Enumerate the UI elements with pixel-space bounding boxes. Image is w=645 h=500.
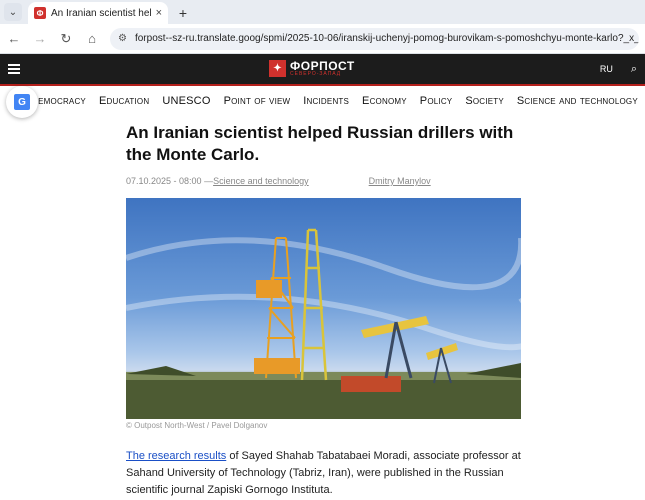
article-lead-paragraph: The research results of Sayed Shahab Tab… xyxy=(126,448,521,499)
home-icon[interactable]: ⌂ xyxy=(84,31,100,46)
oil-rig-illustration xyxy=(126,228,521,419)
site-favicon-icon: Ф xyxy=(34,7,46,19)
nav-item-incidents[interactable]: Incidents xyxy=(303,95,349,107)
search-icon[interactable]: ⌕ xyxy=(631,63,637,76)
article-photo xyxy=(126,198,521,419)
article-headline: An Iranian scientist helped Russian dril… xyxy=(126,123,514,164)
tab-title: An Iranian scientist helped Russ xyxy=(51,7,151,19)
photo-caption: © Outpost North-West / Pavel Dolganov xyxy=(126,421,268,430)
research-results-link[interactable]: The research results xyxy=(126,450,226,462)
nav-item-society[interactable]: Society xyxy=(465,95,504,107)
url-text: forpost--sz-ru.translate.goog/spmi/2025-… xyxy=(134,33,639,44)
nav-item-point-of-view[interactable]: Point of view xyxy=(224,95,291,107)
nav-item-education[interactable]: Education xyxy=(99,95,149,107)
article-date: 07.10.2025 - 08:00 — xyxy=(126,176,214,186)
article-category-link[interactable]: Science and technology xyxy=(213,176,309,186)
translate-icon: G xyxy=(14,94,30,110)
forward-icon[interactable]: → xyxy=(32,31,48,46)
address-bar: ← → ↻ ⌂ ⚙ forpost--sz-ru.translate.goog/… xyxy=(0,24,645,54)
language-switch[interactable]: RU xyxy=(600,64,613,74)
nav-item-economy[interactable]: Economy xyxy=(362,95,407,107)
nav-item-unesco[interactable]: UNESCO xyxy=(162,95,210,107)
url-input[interactable]: ⚙ forpost--sz-ru.translate.goog/spmi/202… xyxy=(110,27,639,50)
article-meta: 07.10.2025 - 08:00 — Science and technol… xyxy=(126,176,521,186)
tab-search-button[interactable]: ⌄ xyxy=(4,3,22,21)
close-tab-icon[interactable]: × xyxy=(156,7,162,19)
section-nav: Democracy Education UNESCO Point of view… xyxy=(0,86,645,116)
tab-strip: ⌄ Ф An Iranian scientist helped Russ × + xyxy=(0,0,645,24)
site-header: ✦ ФОРПОСТ СЕВЕРО-ЗАПАД RU ⌕ xyxy=(0,54,645,86)
menu-icon[interactable] xyxy=(8,64,20,74)
back-icon[interactable]: ← xyxy=(6,31,22,46)
site-logo[interactable]: ✦ ФОРПОСТ СЕВЕРО-ЗАПАД xyxy=(269,60,355,77)
article-author-link[interactable]: Dmitry Manylov xyxy=(369,176,431,186)
article: An Iranian scientist helped Russian dril… xyxy=(126,122,521,499)
nav-item-policy[interactable]: Policy xyxy=(420,95,453,107)
site-info-icon[interactable]: ⚙ xyxy=(118,33,127,44)
google-translate-button[interactable]: G xyxy=(6,86,38,118)
chevron-down-icon: ⌄ xyxy=(8,6,18,18)
active-tab[interactable]: Ф An Iranian scientist helped Russ × xyxy=(28,2,168,24)
nav-item-science[interactable]: Science and technology xyxy=(517,95,638,107)
logo-tagline: СЕВЕРО-ЗАПАД xyxy=(290,71,342,77)
reload-icon[interactable]: ↻ xyxy=(58,31,74,47)
nav-item-democracy[interactable]: Democracy xyxy=(30,95,86,107)
new-tab-button[interactable]: + xyxy=(172,2,194,24)
logo-emblem-icon: ✦ xyxy=(269,60,286,77)
